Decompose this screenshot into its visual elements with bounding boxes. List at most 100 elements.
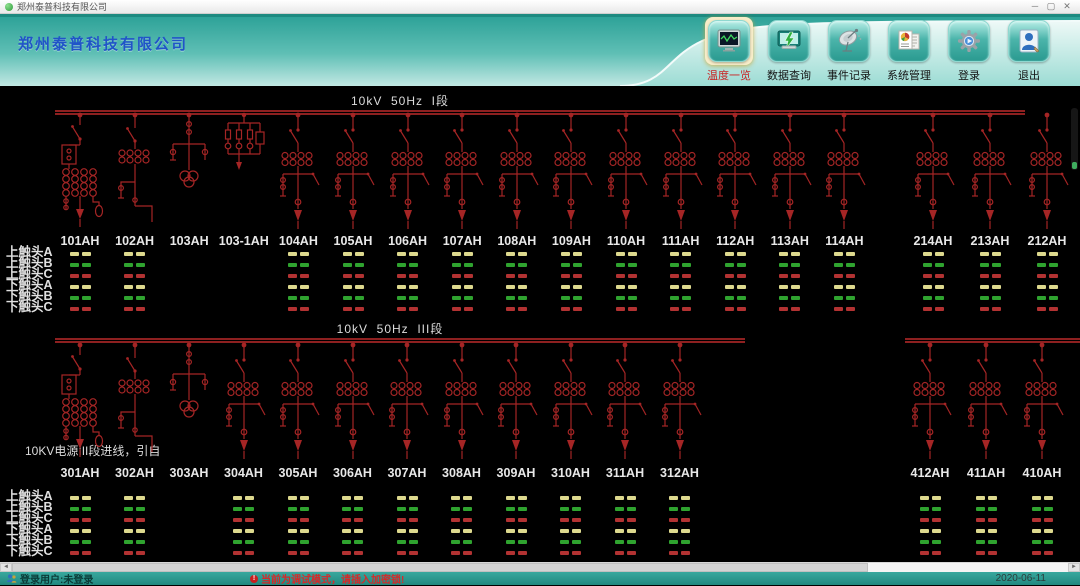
indicator-dash (573, 296, 582, 300)
indicator-dash (343, 263, 352, 267)
bay-symbol-feeder[interactable] (762, 112, 818, 232)
indicator-dash (452, 274, 461, 278)
indicator-dash (560, 551, 569, 555)
bay-symbol-feeder[interactable] (216, 342, 272, 462)
toolbar-button[interactable]: 温度一览 (700, 17, 758, 83)
close-button[interactable]: ✕ (1059, 0, 1075, 13)
horizontal-scrollbar[interactable]: ◄ ► (0, 562, 1080, 572)
contact-indicator (670, 307, 691, 311)
bay-symbol-feeder[interactable] (270, 342, 326, 462)
indicator-dash (342, 518, 351, 522)
indicator-dash (791, 252, 800, 256)
bay-symbol-feeder[interactable] (1014, 342, 1070, 462)
bay-label: 103-1AH (219, 234, 269, 248)
indicator-dash (518, 518, 527, 522)
indicator-dash (627, 507, 636, 511)
bay-symbol-feeder[interactable] (543, 112, 599, 232)
bay-label: 105AH (334, 234, 373, 248)
toolbar-button[interactable]: 数据查询 (760, 17, 818, 83)
contact-indicator (451, 507, 472, 511)
computer-bolt-icon[interactable] (768, 20, 810, 62)
bay-symbol-feeder[interactable] (325, 342, 381, 462)
toolbar-button[interactable]: 事件记录 (820, 17, 878, 83)
satellite-dish-icon[interactable] (828, 20, 870, 62)
indicator-dash (343, 307, 352, 311)
indicator-dash (124, 263, 133, 267)
indicator-dash (573, 252, 582, 256)
indicator-dash (300, 540, 309, 544)
contact-indicator (233, 551, 254, 555)
bay-symbol-transformer[interactable] (52, 342, 108, 462)
indicator-dash (1049, 274, 1058, 278)
bay-label: 412AH (911, 466, 950, 480)
bay-symbol-feeder[interactable] (489, 112, 545, 232)
bay-symbol-feeder[interactable] (902, 342, 958, 462)
bay-symbol-ctL[interactable] (107, 112, 163, 232)
bay-symbol-feeder[interactable] (958, 342, 1014, 462)
scroll-right-arrow-icon[interactable]: ► (1068, 563, 1080, 572)
bay-symbol-feeder[interactable] (962, 112, 1018, 232)
user-icon[interactable] (1008, 20, 1050, 62)
indicator-dash (988, 518, 997, 522)
indicator-dash (136, 274, 145, 278)
contact-indicator (779, 252, 800, 256)
bay-symbol-feeder[interactable] (1019, 112, 1075, 232)
monitor-wave-icon[interactable] (708, 20, 750, 62)
indicator-dash (233, 496, 242, 500)
bay-symbol-feeder[interactable] (598, 112, 654, 232)
contact-indicator (923, 296, 944, 300)
contact-indicator (980, 285, 1001, 289)
bay-symbol-feeder[interactable] (434, 342, 490, 462)
indicator-dash (518, 551, 527, 555)
bay-symbol-feeder[interactable] (816, 112, 872, 232)
maximize-button[interactable]: ▢ (1043, 0, 1059, 13)
toolbar-button[interactable]: 登录 (940, 17, 998, 83)
contact-indicator (616, 274, 637, 278)
horizontal-scrollbar-thumb[interactable] (12, 563, 868, 572)
toolbar-button-halo (1005, 17, 1053, 65)
bay-symbol-feeder[interactable] (652, 342, 708, 462)
indicator-dash (409, 540, 418, 544)
minimize-button[interactable]: ─ (1027, 0, 1043, 13)
bay-symbol-feeder[interactable] (488, 342, 544, 462)
indicator-dash (1049, 252, 1058, 256)
indicator-dash (518, 507, 527, 511)
indicator-dash (354, 551, 363, 555)
bay-symbol-pt[interactable] (161, 112, 217, 232)
bay-symbol-arrester[interactable] (216, 112, 272, 232)
indicator-dash (572, 518, 581, 522)
bay-symbol-feeder[interactable] (653, 112, 709, 232)
bay-symbol-pt[interactable] (161, 342, 217, 462)
contact-indicator (616, 252, 637, 256)
indicator-dash (935, 274, 944, 278)
bay-symbol-feeder[interactable] (325, 112, 381, 232)
bay-symbol-feeder[interactable] (905, 112, 961, 232)
indicator-dash (791, 274, 800, 278)
bus-label: 10kV 50Hz I段 (351, 92, 449, 109)
indicator-dash (846, 274, 855, 278)
indicator-dash (506, 285, 515, 289)
indicator-dash (920, 496, 929, 500)
toolbar-button[interactable]: 系统管理 (880, 17, 938, 83)
indicator-dash (935, 263, 944, 267)
bay-symbol-feeder[interactable] (597, 342, 653, 462)
bay-symbol-feeder[interactable] (380, 112, 436, 232)
indicator-dash (124, 551, 133, 555)
bay-symbol-ctL[interactable] (107, 342, 163, 462)
bay-symbol-feeder[interactable] (379, 342, 435, 462)
toolbar-button[interactable]: 退出 (1000, 17, 1058, 83)
indicator-dash (355, 296, 364, 300)
contact-indicator (615, 529, 636, 533)
indicator-dash (136, 529, 145, 533)
contact-indicator (920, 551, 941, 555)
bay-symbol-feeder[interactable] (270, 112, 326, 232)
indicator-dash (343, 296, 352, 300)
bay-symbol-feeder[interactable] (707, 112, 763, 232)
bay-symbol-transformer[interactable] (52, 112, 108, 232)
gear-icon[interactable] (948, 20, 990, 62)
bay-symbol-feeder[interactable] (434, 112, 490, 232)
report-chart-icon[interactable] (888, 20, 930, 62)
contact-indicator (397, 307, 418, 311)
indicator-dash (342, 551, 351, 555)
bay-symbol-feeder[interactable] (543, 342, 599, 462)
